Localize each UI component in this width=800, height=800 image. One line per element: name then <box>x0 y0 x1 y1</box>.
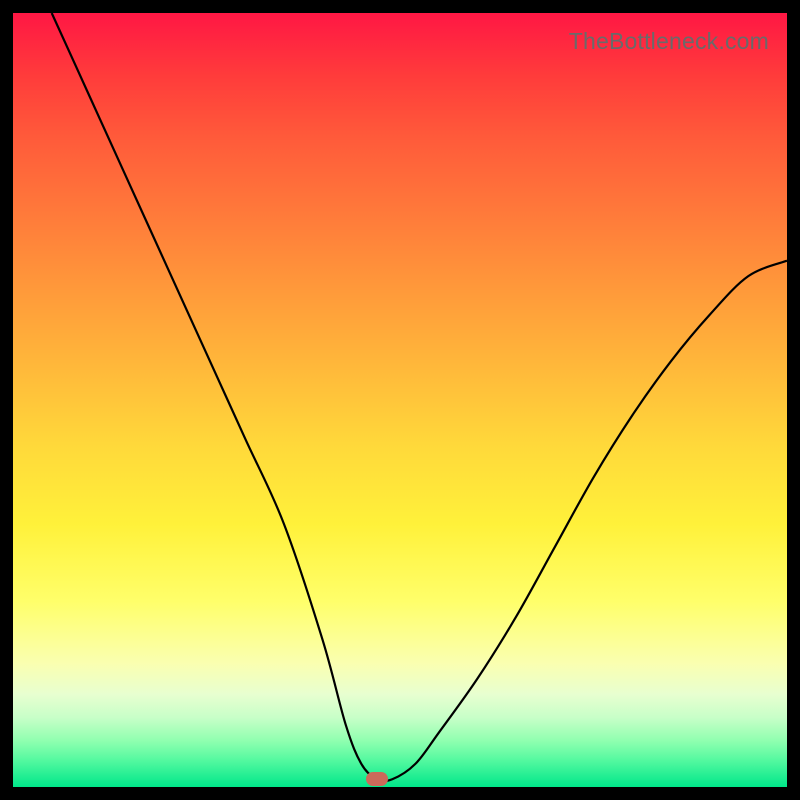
bottleneck-curve-svg <box>13 13 787 787</box>
chart-frame: TheBottleneck.com <box>0 0 800 800</box>
attribution-watermark: TheBottleneck.com <box>569 28 769 55</box>
plot-area: TheBottleneck.com <box>13 13 787 787</box>
bottleneck-curve <box>52 13 787 781</box>
optimal-point-marker <box>366 772 388 786</box>
